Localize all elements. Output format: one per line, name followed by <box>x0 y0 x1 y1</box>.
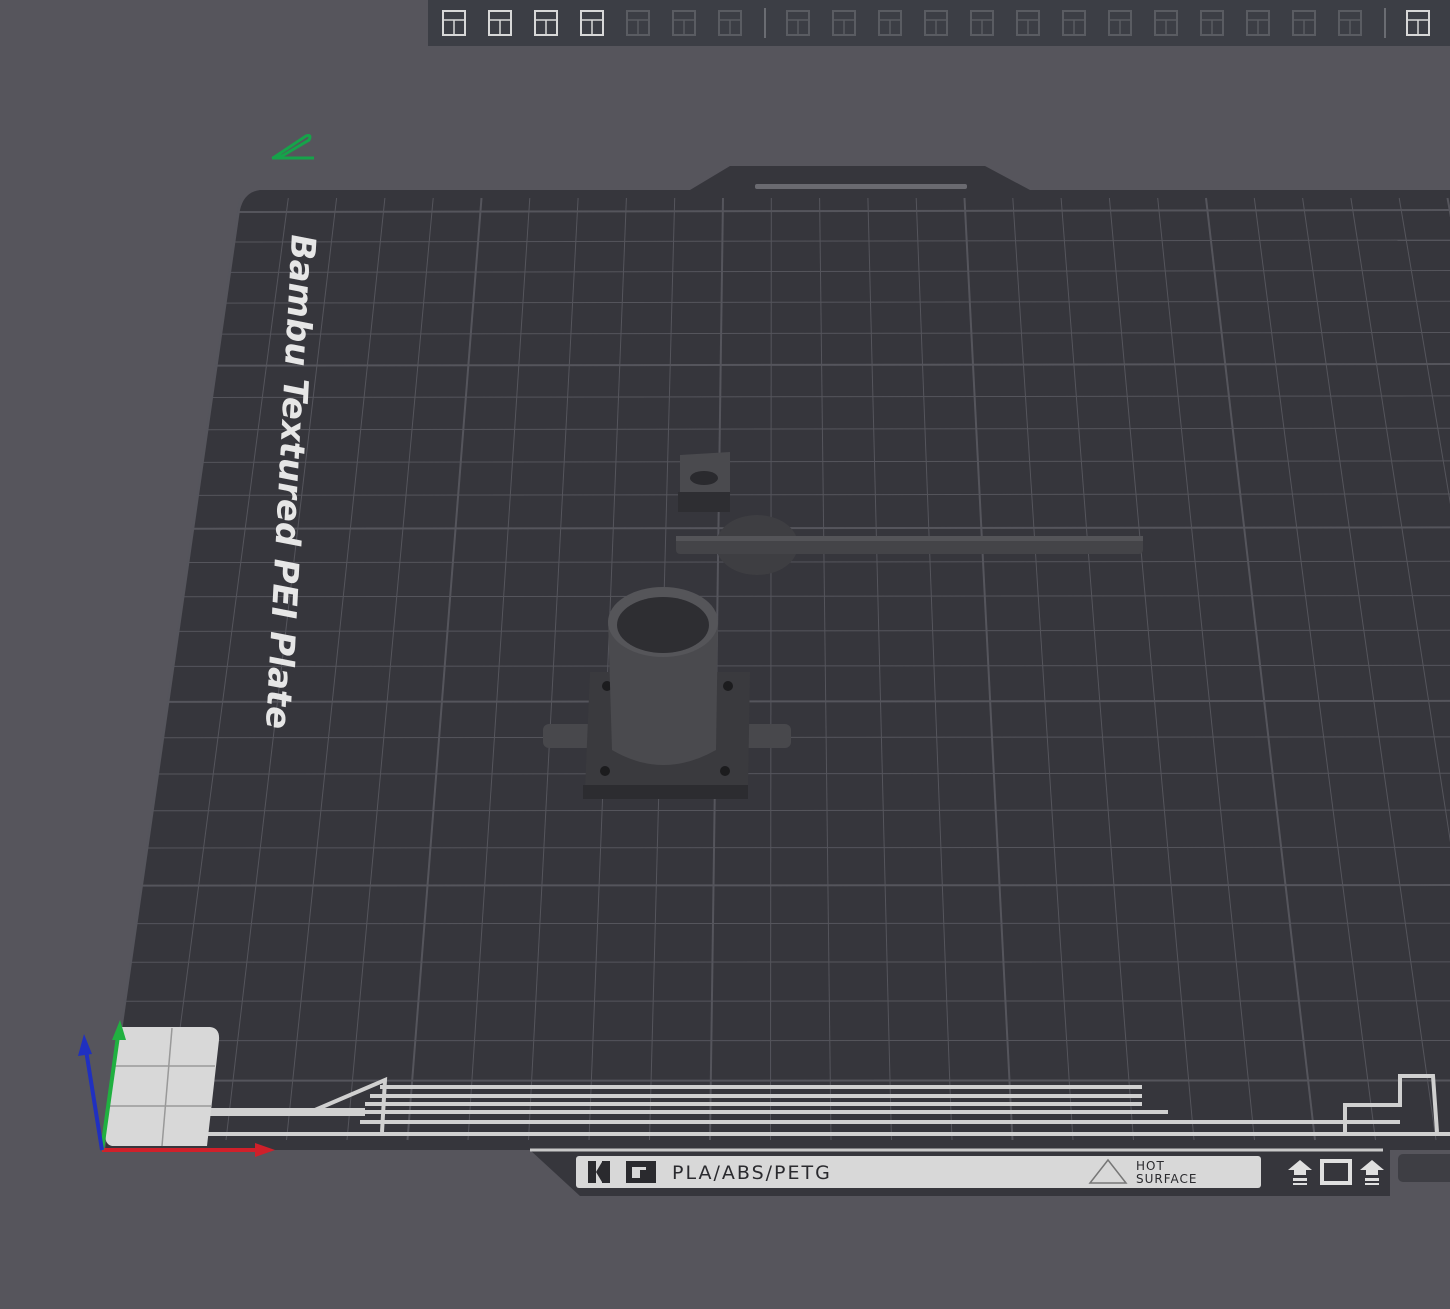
material-label: PLA/ABS/PETG <box>672 1162 832 1184</box>
warning-line-2: SURFACE <box>1136 1172 1198 1186</box>
plate-handle <box>755 184 967 189</box>
plate-type-icon <box>626 1161 656 1183</box>
warning-line-1: HOT <box>1136 1159 1165 1173</box>
edit-plate-icon[interactable] <box>271 134 314 160</box>
grid-line <box>141 884 1450 887</box>
grid-line <box>146 846 1450 849</box>
grid-line <box>192 526 1450 530</box>
grid-line <box>167 699 1450 703</box>
3d-viewport[interactable]: Bambu Textured PEI Plate PLA/ABS/PETG HO… <box>0 0 1450 1309</box>
model-small-block[interactable] <box>678 452 730 512</box>
grid-line <box>152 809 1450 812</box>
plate-origin-tile <box>105 1027 220 1147</box>
